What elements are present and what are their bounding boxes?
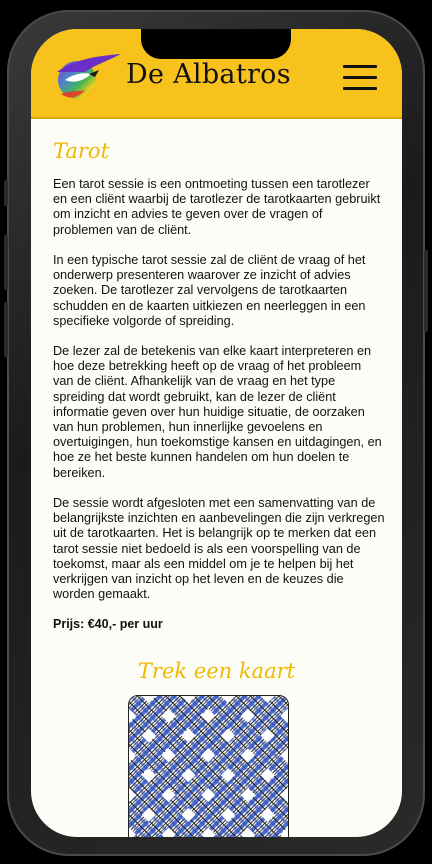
- price-text: Prijs: €40,- per uur: [53, 617, 163, 631]
- paragraph-closing: De sessie wordt afgesloten met een samen…: [53, 496, 385, 602]
- camera-notch: [141, 29, 291, 59]
- draw-card-title: Trek een kaart: [137, 659, 296, 683]
- paragraph-session: In een typische tarot sessie zal de clië…: [53, 253, 366, 328]
- paragraph-intro: Een tarot sessie is een ontmoeting tusse…: [53, 177, 381, 237]
- power-button: [424, 250, 428, 332]
- paragraph-interpretation: De lezer zal de betekenis van elke kaart…: [53, 344, 382, 480]
- albatross-logo-icon[interactable]: [55, 50, 123, 108]
- volume-down-button: [4, 302, 8, 357]
- page-title: Tarot: [53, 139, 110, 163]
- volume-up-button: [4, 235, 8, 290]
- hamburger-menu-icon[interactable]: [343, 65, 379, 93]
- main-content: Tarot Een tarot sessie is een ontmoeting…: [31, 119, 402, 837]
- tarot-card-back-pattern[interactable]: [128, 695, 289, 837]
- phone-screen: De Albatros Tarot Een tarot sessie is ee…: [31, 29, 402, 837]
- mute-switch: [4, 180, 8, 206]
- site-brand-name[interactable]: De Albatros: [126, 59, 291, 90]
